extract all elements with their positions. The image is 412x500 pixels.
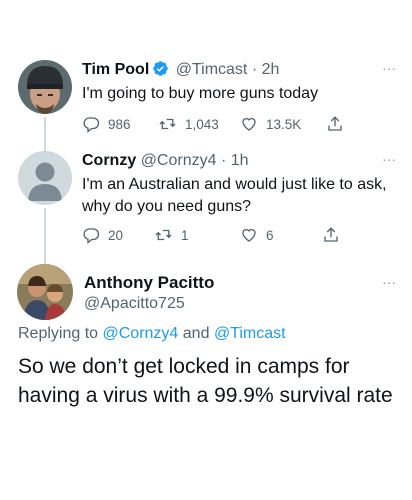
more-options-icon[interactable]: ···	[382, 274, 396, 290]
tweet-main: Anthony Pacitto @Apacitto725 ··· Replyin…	[0, 0, 412, 500]
replying-and: and	[182, 325, 210, 342]
mention-timcast[interactable]: @Timcast	[214, 325, 286, 342]
replying-to-line: Replying to @Cornzy4 and @Timcast	[18, 325, 286, 343]
avatar-anthony-pacitto[interactable]	[17, 264, 73, 320]
mention-cornzy4[interactable]: @Cornzy4	[103, 325, 179, 342]
author-name[interactable]: Anthony Pacitto	[84, 272, 398, 293]
replying-prefix: Replying to	[18, 325, 99, 342]
author-handle[interactable]: @Apacitto725	[84, 293, 398, 314]
main-tweet-text: So we don’t get locked in camps for havi…	[18, 355, 393, 407]
